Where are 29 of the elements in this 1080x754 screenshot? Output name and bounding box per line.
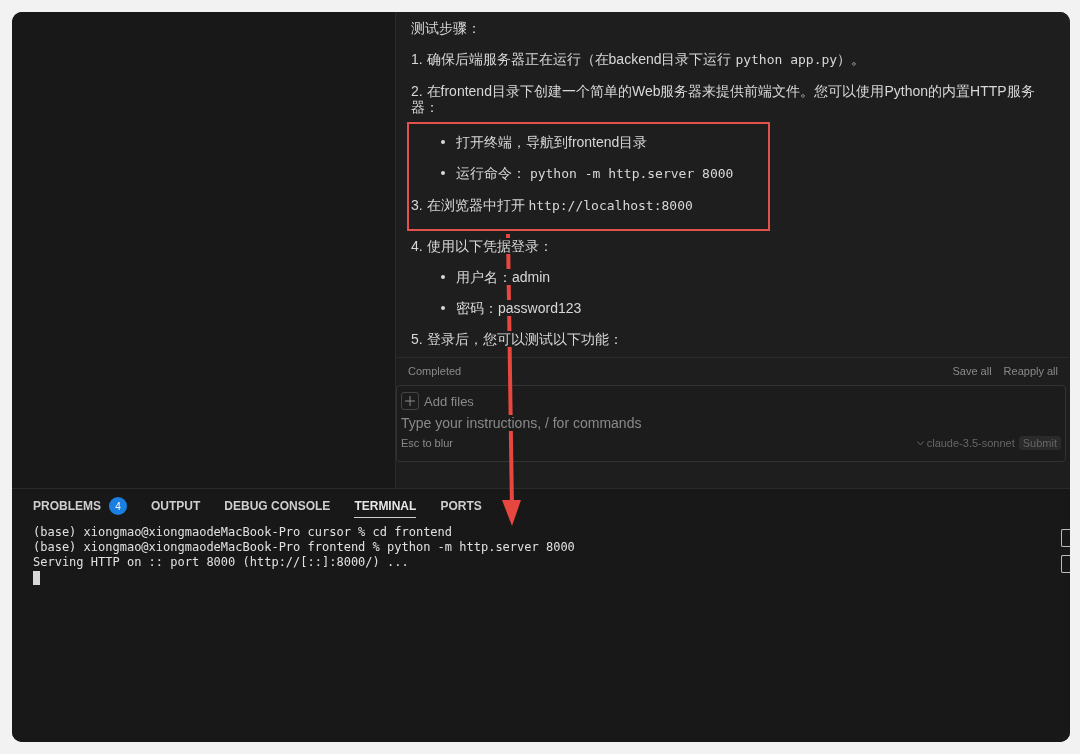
terminal-line: (base) xiongmao@xiongmaodeMacBook-Pro frontend % python -m http.server 8000 bbox=[33, 540, 575, 555]
chevron-icon bbox=[916, 440, 924, 446]
action-link[interactable]: Reapply all bbox=[1003, 364, 1058, 377]
panel-tab[interactable]: PROBLEMS 4 bbox=[33, 499, 127, 520]
hint-text: Esc to blur bbox=[401, 437, 453, 449]
bullet-text: 打开终端，导航到frontend目录 bbox=[456, 134, 648, 150]
terminal-line: (base) xiongmao@xiongmaodeMacBook-Pro cursor % cd frontend bbox=[33, 525, 453, 540]
step-text: 3. 在浏览器中打开 http://localhost:8000 bbox=[411, 197, 693, 214]
panel-tab[interactable]: PORTS bbox=[440, 499, 482, 518]
bullet-icon bbox=[441, 140, 445, 144]
instruction-input[interactable]: Type your instructions, / for commands bbox=[401, 415, 642, 431]
heading-text: 测试步骤： bbox=[411, 20, 481, 36]
bullet-text: 运行命令： python -m http.server 8000 bbox=[456, 165, 734, 182]
panel-tab[interactable]: OUTPUT bbox=[151, 499, 201, 518]
terminal-icon[interactable] bbox=[1061, 529, 1070, 547]
action-link[interactable]: Save all bbox=[952, 364, 992, 377]
plus-icon bbox=[405, 396, 415, 406]
status-text: Completed bbox=[408, 364, 462, 377]
bullet-icon bbox=[441, 306, 445, 310]
terminal-icon[interactable] bbox=[1061, 555, 1070, 573]
bullet-icon bbox=[441, 171, 445, 175]
bullet-icon bbox=[441, 275, 445, 279]
panel-tab[interactable]: TERMINAL bbox=[354, 499, 417, 518]
add-files-button[interactable]: Add files bbox=[401, 392, 474, 410]
bullet-text: 用户名：admin bbox=[456, 269, 551, 285]
terminal-line: Serving HTTP on :: port 8000 (http://[::]:8000/) ... bbox=[33, 555, 409, 570]
bullet-text: 密码：password123 bbox=[456, 300, 582, 316]
count-badge: 4 bbox=[109, 497, 127, 515]
panel-tab[interactable]: DEBUG CONSOLE bbox=[224, 499, 331, 518]
